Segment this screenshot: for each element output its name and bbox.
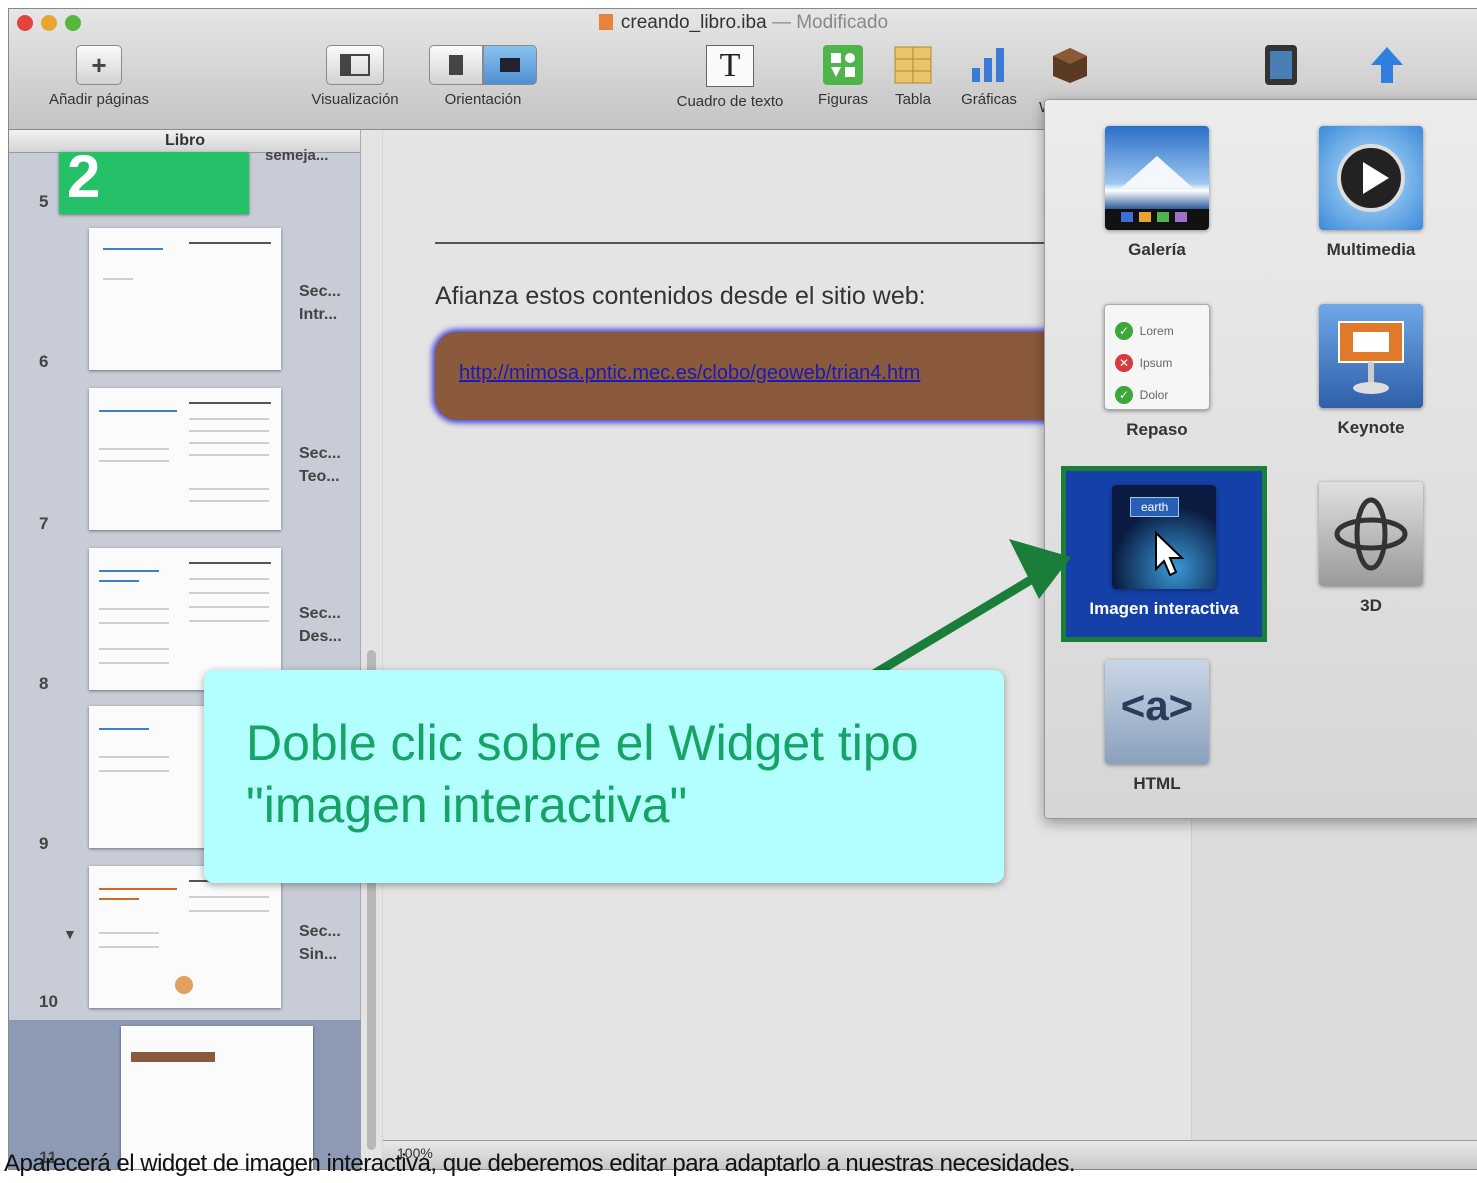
- website-link[interactable]: http://mimosa.pntic.mec.es/clobo/geoweb/…: [459, 362, 920, 385]
- shapes-button[interactable]: Figuras: [811, 45, 875, 108]
- sidebar-scrollbar[interactable]: [360, 130, 382, 1169]
- earth-icon: earth: [1112, 485, 1216, 589]
- modified-status: Modificado: [796, 12, 889, 33]
- view-button[interactable]: Visualización: [297, 45, 413, 108]
- sidebar-view-icon: [326, 45, 384, 85]
- page-thumbnail-6[interactable]: [89, 228, 281, 370]
- widget-interactive-image[interactable]: earth Imagen interactiva: [1061, 466, 1267, 642]
- widget-box-icon: [1050, 45, 1090, 85]
- shapes-icon: [823, 45, 863, 85]
- page-thumbnail-11[interactable]: [121, 1026, 313, 1169]
- widget-multimedia[interactable]: Multimedia: [1311, 126, 1431, 260]
- orientation-control[interactable]: Orientación: [427, 45, 539, 108]
- book-sidebar: Libro 2 semeja... 5 6 Sec... Intr... 7 Se…: [9, 130, 382, 1169]
- 3d-rotate-icon: [1319, 482, 1423, 586]
- page-number: 8: [39, 674, 49, 693]
- page-number: 6: [39, 352, 49, 371]
- page-number: 7: [39, 514, 49, 533]
- up-arrow-icon: [1367, 45, 1407, 85]
- portrait-icon[interactable]: [429, 45, 483, 85]
- table-icon: [893, 45, 933, 85]
- window-title: creando_libro.iba — Modificado: [9, 12, 1477, 34]
- intro-text[interactable]: Afianza estos contenidos desde el sitio …: [435, 282, 926, 311]
- page-thumbnail-7[interactable]: [89, 388, 281, 530]
- text-box-icon: T: [706, 45, 754, 87]
- widgets-menu: Galería Multimedia ✓ Lorem ✕ Ipsum ✓ Dol…: [1044, 99, 1477, 819]
- widget-html[interactable]: <a> HTML: [1097, 660, 1217, 794]
- page-label-8: Sec... Des...: [299, 605, 342, 645]
- callout-line-2: "imagen interactiva": [246, 777, 688, 833]
- chart-icon: [969, 45, 1009, 85]
- cursor-icon: [1155, 530, 1185, 577]
- widget-gallery[interactable]: Galería: [1097, 126, 1217, 260]
- page-label-10: Sec... Sin...: [299, 923, 341, 963]
- publish-button[interactable]: [1365, 45, 1409, 91]
- page-number: 5: [39, 192, 49, 211]
- ipad-icon: [1265, 45, 1297, 85]
- gallery-icon: [1105, 126, 1209, 230]
- table-button[interactable]: Tabla: [887, 45, 939, 108]
- page-label-7: Sec... Teo...: [299, 445, 341, 485]
- disclosure-triangle-icon[interactable]: ▼: [63, 926, 77, 942]
- instruction-callout: Doble clic sobre el Widget tipo "imagen …: [204, 670, 1004, 883]
- text-box-button[interactable]: T Cuadro de texto: [657, 45, 803, 110]
- page-label-partial: semeja...: [265, 147, 329, 164]
- caption-text: Aparecerá el widget de imagen interactiv…: [4, 1150, 1076, 1177]
- page-number: 9: [39, 834, 49, 853]
- callout-line-1: Doble clic sobre el Widget tipo: [246, 715, 919, 771]
- widget-keynote[interactable]: Keynote: [1311, 304, 1431, 438]
- link-text-box[interactable]: http://mimosa.pntic.mec.es/clobo/geoweb/…: [435, 332, 1075, 420]
- page-label-6: Sec... Intr...: [299, 283, 341, 323]
- page-thumbnail-5[interactable]: 2: [59, 147, 249, 214]
- review-checklist-icon: ✓ Lorem ✕ Ipsum ✓ Dolor: [1104, 304, 1210, 410]
- charts-button[interactable]: Gráficas: [951, 45, 1027, 108]
- keynote-podium-icon: [1319, 304, 1423, 408]
- html-tag-icon: <a>: [1105, 660, 1209, 764]
- add-pages-button[interactable]: + Añadir páginas: [33, 45, 165, 108]
- preview-button[interactable]: [1263, 45, 1299, 91]
- plus-icon: +: [76, 45, 122, 85]
- landscape-icon[interactable]: [483, 45, 537, 85]
- widget-3d[interactable]: 3D: [1311, 482, 1431, 616]
- page-thumbnail-10[interactable]: [89, 866, 281, 1008]
- widgets-button[interactable]: W: [1039, 45, 1101, 116]
- page-number: 10: [39, 992, 58, 1011]
- widget-review[interactable]: ✓ Lorem ✕ Ipsum ✓ Dolor Repaso: [1097, 304, 1217, 440]
- page-thumbnail-8[interactable]: [89, 548, 281, 690]
- document-icon: [598, 14, 613, 30]
- app-window: creando_libro.iba — Modificado + Añadir …: [8, 8, 1477, 1170]
- play-icon: [1319, 126, 1423, 230]
